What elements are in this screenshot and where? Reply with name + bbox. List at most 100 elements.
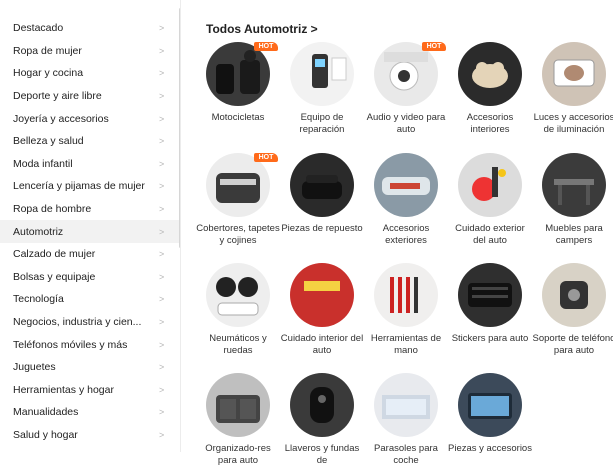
sidebar-item-label: Deporte y aire libre	[13, 90, 102, 103]
category-label: Parasoles para coche	[374, 443, 438, 466]
category-label: Equipo de reparación	[299, 112, 345, 135]
chevron-right-icon: >	[159, 68, 165, 79]
camper-table-icon	[542, 153, 606, 217]
wheel-covers-icon	[206, 263, 270, 327]
sidebar-item[interactable]: Salud y hogar >	[0, 424, 180, 447]
category-label: Accesorios interiores	[466, 112, 514, 135]
chevron-right-icon: >	[159, 294, 165, 305]
motorcycle-jacket-icon	[206, 42, 270, 106]
sidebar-item[interactable]: Bolsas y equipaje >	[0, 266, 180, 289]
sidebar-item-label: Negocios, industria y cien...	[13, 316, 142, 329]
car-exterior-icon	[374, 153, 438, 217]
category-label: Organizado-res para auto	[205, 443, 271, 466]
category-card[interactable]: Piezas y accesorios	[448, 373, 532, 455]
sidebar-scrollbar[interactable]	[179, 8, 180, 248]
sunshade-icon	[374, 373, 438, 437]
sidebar-item-label: Teléfonos móviles y más	[13, 338, 128, 351]
category-card[interactable]: Piezas de repuesto	[280, 153, 364, 235]
category-label: Stickers para auto	[451, 333, 529, 344]
pressure-washer-icon	[458, 153, 522, 217]
sidebar-item[interactable]: Herramientas y hogar >	[0, 379, 180, 402]
sidebar-item[interactable]: Lencería y pijamas de mujer >	[0, 175, 180, 198]
category-label: Muebles para campers	[545, 223, 603, 246]
category-card[interactable]: Cuidado interior del auto	[280, 263, 364, 356]
category-label: Llaveros y fundas de	[284, 443, 360, 466]
sidebar-item-label: Ropa de mujer	[13, 44, 82, 57]
sidebar-item[interactable]: Deporte y aire libre >	[0, 85, 180, 108]
sidebar-item[interactable]: Manualidades >	[0, 401, 180, 424]
sidebar-item-label: Automotriz	[13, 225, 64, 238]
chevron-right-icon: >	[159, 226, 165, 237]
sidebar-item[interactable]: Tecnología >	[0, 288, 180, 311]
sidebar-item[interactable]: Ropa de hombre >	[0, 198, 180, 221]
mirror-light-icon	[542, 42, 606, 106]
category-card[interactable]: HOT Audio y video para auto	[364, 42, 448, 135]
sidebar-item-label: Calzado de mujer	[13, 248, 96, 261]
sidebar-item[interactable]: Automotriz >	[0, 220, 180, 243]
sidebar-item[interactable]: Ropa de mujer >	[0, 40, 180, 63]
sidebar-item-label: Hogar y cocina	[13, 67, 84, 80]
category-card[interactable]: HOT Cobertores, tapetes y cojines	[196, 153, 280, 246]
car-monitor-icon	[458, 373, 522, 437]
category-sidebar: Destacado > Ropa de mujer > Hogar y cocina > D…	[0, 0, 181, 452]
category-label: Motocicletas	[211, 112, 265, 123]
sidebar-item[interactable]: Hogar y cocina >	[0, 62, 180, 85]
hot-badge: HOT	[422, 42, 446, 51]
hot-badge: HOT	[254, 42, 278, 51]
category-label: Luces y accesorios de iluminación	[533, 112, 613, 135]
trunk-organizer-icon	[206, 373, 270, 437]
sidebar-item-label: Joyería y accesorios	[13, 112, 109, 125]
sidebar-item[interactable]: Destacado >	[0, 17, 180, 40]
category-card[interactable]: Luces y accesorios de iluminación	[532, 42, 613, 135]
tool-set-icon	[374, 263, 438, 327]
category-card[interactable]: Cuidado exterior del auto	[448, 153, 532, 246]
chevron-right-icon: >	[159, 271, 165, 282]
sidebar-item[interactable]: Teléfonos móviles y más >	[0, 333, 180, 356]
main-panel: Todos Automotriz > HOT Motocicletas Equipo…	[196, 0, 613, 466]
category-label: Piezas de repuesto	[281, 223, 363, 234]
section-title-link[interactable]: Todos Automotriz >	[206, 22, 318, 36]
sidebar-item-label: Moda infantil	[13, 157, 73, 170]
chevron-right-icon: >	[159, 158, 165, 169]
category-label: Audio y video para auto	[366, 112, 446, 135]
sidebar-item[interactable]: Moda infantil >	[0, 153, 180, 176]
category-card[interactable]: Llaveros y fundas de	[280, 373, 364, 466]
chevron-right-icon: >	[159, 429, 165, 440]
category-label: Herramientas de mano	[370, 333, 442, 356]
chevron-right-icon: >	[159, 204, 165, 215]
sidebar-item[interactable]: Calzado de mujer >	[0, 243, 180, 266]
dash-camera-icon	[374, 42, 438, 106]
car-ornament-icon	[458, 42, 522, 106]
sidebar-item[interactable]: Negocios, industria y cien... >	[0, 311, 180, 334]
category-label: Soporte de teléfono para auto	[532, 333, 613, 356]
sidebar-item-label: Lencería y pijamas de mujer	[13, 180, 145, 193]
category-card[interactable]: Herramientas de mano	[364, 263, 448, 356]
category-card[interactable]: Muebles para campers	[532, 153, 613, 246]
sidebar-item[interactable]: Belleza y salud >	[0, 130, 180, 153]
category-card[interactable]: Stickers para auto	[448, 263, 532, 345]
category-card[interactable]: Accesorios exteriores	[364, 153, 448, 246]
sidebar-item-label: Ropa de hombre	[13, 203, 92, 216]
category-card[interactable]: Neumáticos y ruedas	[196, 263, 280, 356]
phone-holder-icon	[542, 263, 606, 327]
sidebar-item-label: Destacado	[13, 22, 64, 35]
category-card[interactable]: Soporte de teléfono para auto	[532, 263, 613, 356]
category-card[interactable]: HOT Motocicletas	[196, 42, 280, 124]
key-fob-cover-icon	[290, 373, 354, 437]
battery-tester-icon	[290, 42, 354, 106]
sidebar-list: Destacado > Ropa de mujer > Hogar y cocina > D…	[0, 0, 180, 446]
category-label: Accesorios exteriores	[382, 223, 430, 246]
sidebar-item[interactable]: Juguetes >	[0, 356, 180, 379]
chevron-right-icon: >	[159, 91, 165, 102]
sidebar-item-label: Tecnología	[13, 293, 64, 306]
category-card[interactable]: Equipo de reparación	[280, 42, 364, 135]
armrest-icon	[290, 153, 354, 217]
category-card[interactable]: Organizado-res para auto	[196, 373, 280, 466]
chevron-right-icon: >	[159, 181, 165, 192]
category-card[interactable]: Parasoles para coche	[364, 373, 448, 466]
chevron-right-icon: >	[159, 384, 165, 395]
chevron-right-icon: >	[159, 23, 165, 34]
category-card[interactable]: Accesorios interiores	[448, 42, 532, 135]
sidebar-item-label: Belleza y salud	[13, 135, 84, 148]
sidebar-item[interactable]: Joyería y accesorios >	[0, 107, 180, 130]
